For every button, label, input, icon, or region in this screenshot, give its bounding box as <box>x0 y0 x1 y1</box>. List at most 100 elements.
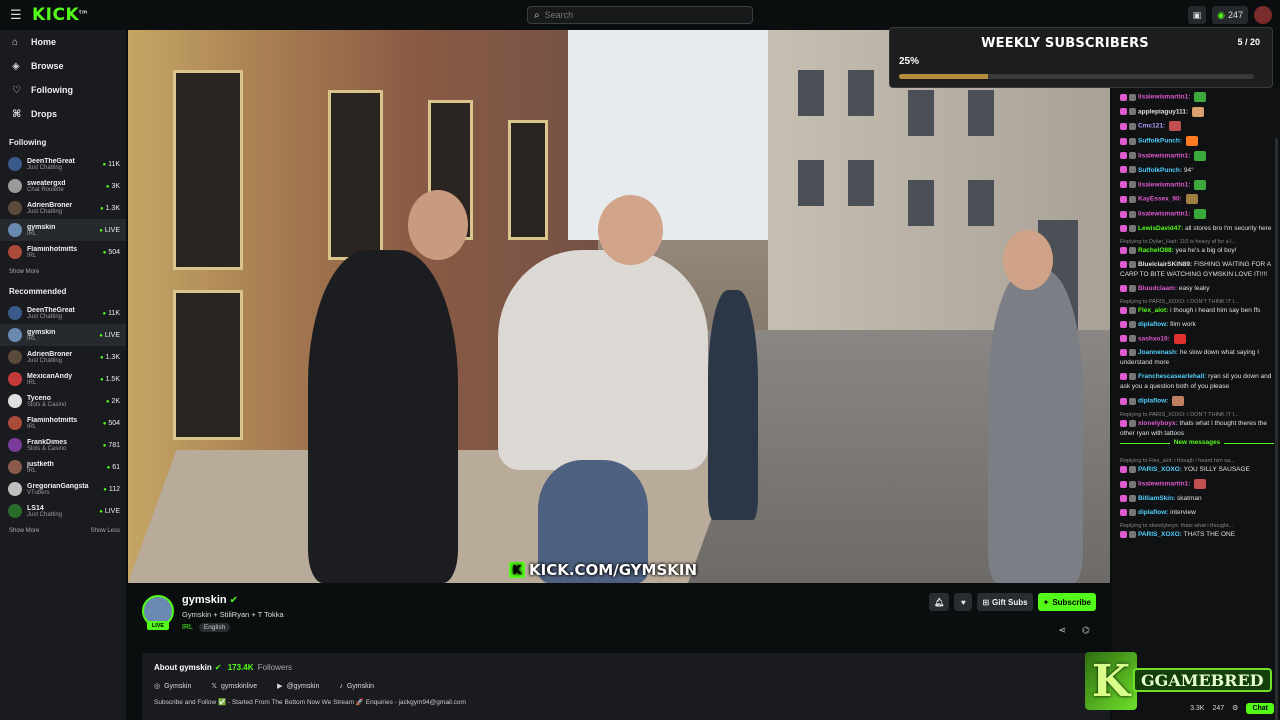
chat-text: interview <box>1170 508 1196 516</box>
chat-username[interactable]: lisalewismartin1: <box>1138 94 1190 101</box>
channel-item[interactable]: AdrienBronerJust Chatting1.3K <box>0 346 126 368</box>
nav-item-home[interactable]: ⌂ Home <box>0 30 126 54</box>
channel-item[interactable]: FlaminhotmittsIRL504 <box>0 241 126 263</box>
chat-username[interactable]: diplaflow: <box>1138 398 1168 405</box>
channel-item[interactable]: DeenTheGreatJust Chatting11K <box>0 302 126 324</box>
channel-item[interactable]: AdrienBronerJust Chatting1.3K <box>0 197 126 219</box>
nav-item-drops[interactable]: ⌘ Drops <box>0 102 126 126</box>
chat-username[interactable]: diplaflow: <box>1138 509 1168 516</box>
chat-username[interactable]: lisalewismartin1: <box>1138 211 1190 218</box>
channel-category: Just Chatting <box>27 208 63 215</box>
show-less-link[interactable]: Show Less <box>91 528 120 534</box>
new-messages-divider[interactable]: New messages <box>1120 439 1274 451</box>
channel-item[interactable]: MexicanAndyIRL1.5K <box>0 368 126 390</box>
chat-username[interactable]: BluelclairSKIN89: <box>1138 261 1192 268</box>
nav-item-following[interactable]: ♡ Following <box>0 78 126 102</box>
gift-subs-button[interactable]: ⊞ Gift Subs <box>977 593 1033 611</box>
share-icon[interactable]: ⋖ <box>1059 625 1067 636</box>
chat-username[interactable]: Cmc121: <box>1138 123 1165 130</box>
social-label: Gymskin <box>164 682 192 690</box>
channel-item[interactable]: justkethIRL61 <box>0 456 126 478</box>
social-link[interactable]: ♪ Gymskin <box>339 682 374 690</box>
chat-username[interactable]: lisalewismartin1: <box>1138 481 1190 488</box>
nav-item-label: Browse <box>31 61 64 71</box>
points-button[interactable]: ◉ 247 <box>1212 6 1248 24</box>
channel-item[interactable]: gymskinIRLLIVE <box>0 219 126 241</box>
channel-item[interactable]: sweatergxdChat Roulette3K <box>0 175 126 197</box>
channel-meta: AdrienBroner Just Chatting <box>27 351 100 364</box>
channel-category: Slots & Casino <box>27 401 67 408</box>
search-input[interactable] <box>544 10 735 20</box>
chat-reply-context[interactable]: Replying to Flex_alot: i though i heard … <box>1120 457 1274 465</box>
chat-username[interactable]: BilliamSkin: <box>1138 495 1175 502</box>
chat-username[interactable]: Joannenash: <box>1138 349 1178 356</box>
chat-username[interactable]: diplaflow: <box>1138 321 1168 328</box>
chat-username[interactable]: Flex_alot: <box>1138 307 1168 314</box>
channel-item[interactable]: LS14Just ChattingLIVE <box>0 500 126 522</box>
channel-category: IRL <box>27 230 37 237</box>
chat-username[interactable]: Bluudclaam: <box>1138 285 1177 292</box>
chat-username[interactable]: applepiaguy111: <box>1138 108 1188 115</box>
chat-username[interactable]: PARIS_XOXO: <box>1138 466 1182 473</box>
subscriber-badge-icon <box>1129 260 1136 268</box>
chat-username[interactable]: lisalewismartin1: <box>1138 181 1190 188</box>
kick-logo[interactable]: KICKtm <box>32 5 88 25</box>
chat-send-button[interactable]: Chat <box>1246 702 1274 714</box>
channel-item[interactable]: GregorianGangstaVTubers112 <box>0 478 126 500</box>
subscriber-badge-icon <box>1129 530 1136 538</box>
channel-item[interactable]: DeenTheGreatJust Chatting11K <box>0 153 126 175</box>
notification-bell-button[interactable]: 🔔︎ <box>929 593 950 611</box>
show-more-link[interactable]: Show More <box>9 528 39 534</box>
show-more-link[interactable]: Show More <box>9 269 39 275</box>
channel-item[interactable]: FrankDimesSlots & Casino781 <box>0 434 126 456</box>
follow-heart-button[interactable]: ♥ <box>954 593 973 611</box>
video-person-background <box>708 290 758 520</box>
video-player[interactable]: K KICK.COM/GYMSKIN <box>128 30 1110 583</box>
chat-username[interactable]: SuffolkPunch: <box>1138 138 1182 145</box>
chat-message: applepiaguy111: <box>1120 106 1274 118</box>
recommended-list: DeenTheGreatJust Chatting11KgymskinIRLLI… <box>0 302 126 522</box>
menu-icon[interactable]: ☰ <box>10 7 26 23</box>
chat-username[interactable]: lisalewismartin1: <box>1138 153 1190 160</box>
moderator-badge-icon <box>1120 93 1127 101</box>
chat-username[interactable]: SuffolkPunch: <box>1138 167 1182 174</box>
chat-username[interactable]: KayEssex_90: <box>1138 196 1182 203</box>
nav-item-browse[interactable]: ◈ Browse <box>0 54 126 78</box>
channel-viewers: 1.3K <box>100 205 120 212</box>
user-avatar[interactable] <box>1254 6 1272 24</box>
channel-item[interactable]: gymskinIRLLIVE <box>0 324 126 346</box>
social-link[interactable]: ▶ @gymskin <box>277 682 319 691</box>
streamer-name[interactable]: gymskin ✔ <box>182 594 238 606</box>
chat-username[interactable]: RachelO88: <box>1138 247 1174 254</box>
language-tag[interactable]: English <box>198 623 231 632</box>
chat-username[interactable]: LewisDavid47: <box>1138 225 1183 232</box>
chat-username[interactable]: Franchescasearlehall: <box>1138 373 1206 380</box>
moderator-badge-icon <box>1120 284 1127 292</box>
channel-viewers: LIVE <box>99 508 120 515</box>
settings-icon[interactable]: ⚙ <box>1232 704 1238 712</box>
channel-item[interactable]: FlaminhotmittsIRL504 <box>0 412 126 434</box>
social-link[interactable]: 𝕏gymskinlive <box>211 682 257 691</box>
chat-message: Replying to xlonelyboyx: thats what i th… <box>1120 522 1274 540</box>
social-link[interactable]: ◎ Gymskin <box>154 682 192 691</box>
chat-username[interactable]: PARIS_XOXO: <box>1138 531 1182 538</box>
search-bar[interactable]: ⌕ <box>527 6 753 24</box>
chat-reply-context[interactable]: Replying to xlonelyboyx: thats what i th… <box>1120 522 1274 530</box>
chat-reply-context[interactable]: Replying to Dylan_Hart: 110 is heavy af … <box>1120 238 1274 246</box>
category-link[interactable]: IRL <box>182 624 193 631</box>
subscribe-button[interactable]: ✦ Subscribe <box>1037 593 1096 611</box>
followers-label: Followers <box>257 663 292 672</box>
channel-category: Slots & Casino <box>27 445 67 452</box>
chat-reply-context[interactable]: Replying to PARIS_XOXO: I DON'T THINK IT… <box>1120 298 1274 306</box>
chat-username[interactable]: sashxo10: <box>1138 335 1170 342</box>
chat-message: diplaflow: film work <box>1120 320 1274 330</box>
chat-reply-context[interactable]: Replying to PARIS_XOXO: I DON'T THINK IT… <box>1120 411 1274 419</box>
theater-mode-button[interactable]: ▣ <box>1187 6 1207 24</box>
channel-item[interactable]: TycenoSlots & Casino2K <box>0 390 126 412</box>
chat-scrollbar[interactable] <box>1275 138 1278 720</box>
video-person-suit <box>988 270 1083 583</box>
chat-panel: lisalewismartin1: applepiaguy111: Cmc121… <box>1112 88 1280 720</box>
chat-message: lisalewismartin1: <box>1120 209 1274 220</box>
clip-icon[interactable]: ⌬ <box>1082 625 1090 636</box>
chat-username[interactable]: xlonelyboyx: <box>1138 420 1178 427</box>
